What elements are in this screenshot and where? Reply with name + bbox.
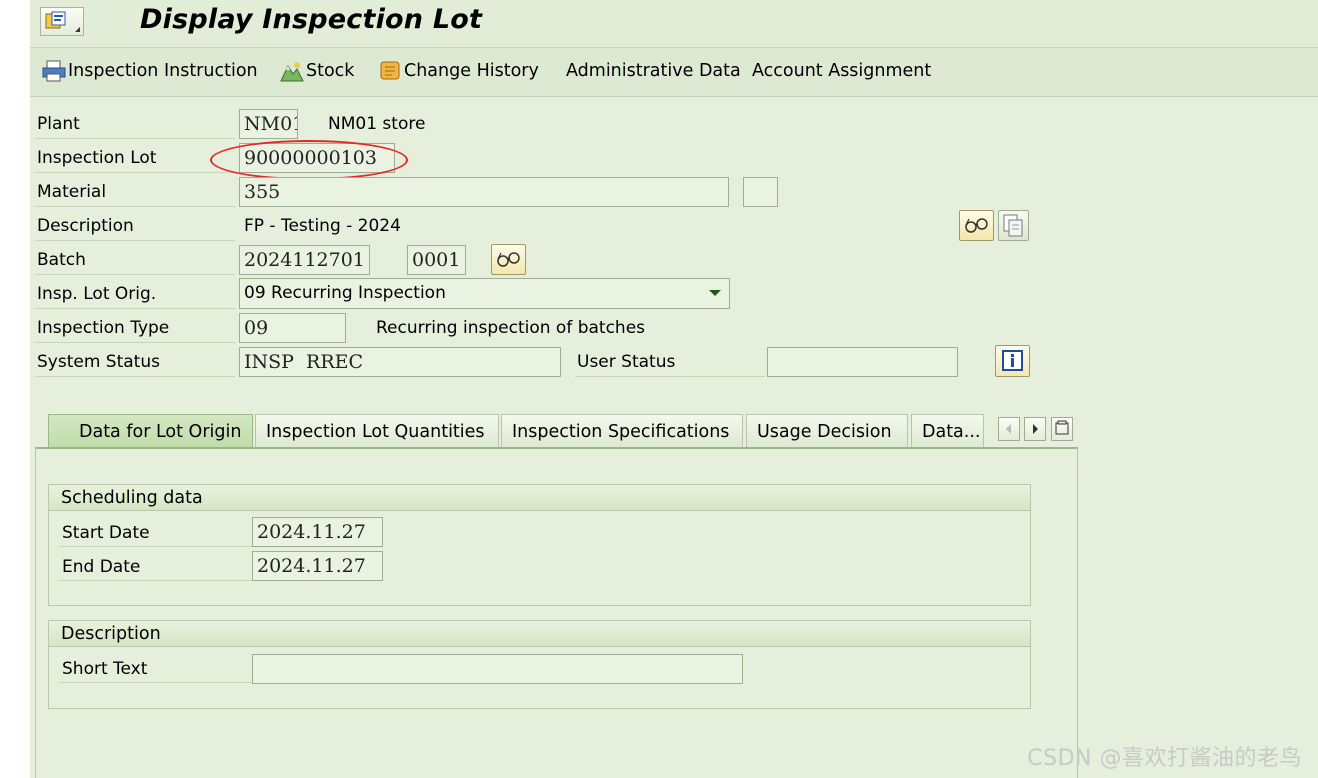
tab-scroll-right-button[interactable] [1024,417,1046,441]
chevron-right-icon [1033,424,1038,434]
tab-usage-decision[interactable]: Usage Decision [746,414,908,447]
chevron-left-icon [1006,424,1011,434]
tab-scroll-left-button[interactable] [998,417,1020,441]
glasses-icon [965,218,988,233]
batch-field[interactable]: 2024112701 [239,245,370,275]
description-group-title: Description [49,621,1030,647]
administrative-data-label: Administrative Data [566,61,741,81]
status-info-button[interactable] [995,345,1030,377]
tab-inspection-specifications[interactable]: Inspection Specifications [501,414,743,447]
copy-document-button[interactable] [998,210,1029,241]
short-text-field[interactable] [252,654,743,684]
inspection-type-label: Inspection Type [37,318,170,338]
user-status-label: User Status [577,352,676,372]
insp-lot-orig-label: Insp. Lot Orig. [37,284,157,304]
page-title: Display Inspection Lot [140,4,483,35]
sap-window: Display Inspection Lot Inspection Instru… [30,0,1318,778]
description-label: Description [37,216,134,236]
start-date-field[interactable]: 2024.11.27 [252,517,383,547]
change-history-button[interactable]: Change History [378,58,539,84]
plant-field[interactable]: NM01 [239,109,298,139]
tab-content-panel: Scheduling data Start Date 2024.11.27 En… [35,447,1078,778]
title-bar: Display Inspection Lot [30,0,1318,46]
inspection-lot-label: Inspection Lot [37,148,157,168]
insp-lot-orig-dropdown[interactable]: 09 Recurring Inspection [239,278,730,309]
inspection-type-description: Recurring inspection of batches [376,318,646,338]
dropdown-arrow-icon[interactable] [709,290,721,296]
inspection-lot-field[interactable]: 90000000103 [239,143,395,173]
inspection-instruction-button[interactable]: Inspection Instruction [42,58,258,84]
tab-inspection-lot-quantities[interactable]: Inspection Lot Quantities [255,414,499,447]
stock-button[interactable]: Stock [280,58,354,84]
material-extra-field[interactable] [743,177,778,207]
short-text-label: Short Text [62,659,148,679]
copy-document-icon [1003,214,1023,237]
system-status-field[interactable]: INSP RREC [239,347,561,377]
system-status-label: System Status [37,352,160,372]
system-menu-button[interactable] [40,7,84,36]
scheduling-data-title: Scheduling data [49,485,1030,511]
scheduling-data-group: Scheduling data Start Date 2024.11.27 En… [48,484,1031,606]
system-menu-icon [45,11,66,29]
change-history-label: Change History [404,61,539,81]
plant-label: Plant [37,114,80,134]
printer-icon [42,60,66,82]
description-value: FP - Testing - 2024 [244,216,401,236]
scroll-icon [380,61,400,80]
glasses-icon [497,252,520,267]
account-assignment-button[interactable]: Account Assignment [752,58,931,84]
tab-data-for-lot-origin[interactable]: Data for Lot Origin [48,414,253,447]
display-batch-button[interactable] [491,244,526,275]
user-status-field[interactable] [767,347,958,377]
tab-data-more[interactable]: Data... [911,414,984,447]
plant-description: NM01 store [328,114,426,134]
application-toolbar: Inspection Instruction Stock Change Hist… [30,47,1318,97]
batch-split-field[interactable]: 0001 [407,245,466,275]
end-date-label: End Date [62,557,141,577]
description-group: Description Short Text [48,620,1031,709]
tab-strip: Data for Lot Origin Inspection Lot Quant… [30,414,1080,448]
inspection-instruction-label: Inspection Instruction [68,61,258,81]
watermark-text: CSDN @喜欢打酱油的老鸟 [1027,746,1302,771]
administrative-data-button[interactable]: Administrative Data [566,58,741,84]
inspection-type-field[interactable]: 09 [239,313,346,343]
end-date-field[interactable]: 2024.11.27 [252,551,383,581]
info-icon [1002,350,1023,371]
stock-label: Stock [306,61,355,81]
material-label: Material [37,182,107,202]
tab-list-button[interactable] [1051,417,1073,441]
tab-list-icon [1055,420,1069,435]
account-assignment-label: Account Assignment [752,61,932,81]
insp-lot-orig-value: 09 Recurring Inspection [244,283,446,303]
batch-label: Batch [37,250,86,270]
material-field[interactable]: 355 [239,177,729,207]
start-date-label: Start Date [62,523,150,543]
display-material-button[interactable] [959,210,994,241]
stock-icon [280,62,304,82]
